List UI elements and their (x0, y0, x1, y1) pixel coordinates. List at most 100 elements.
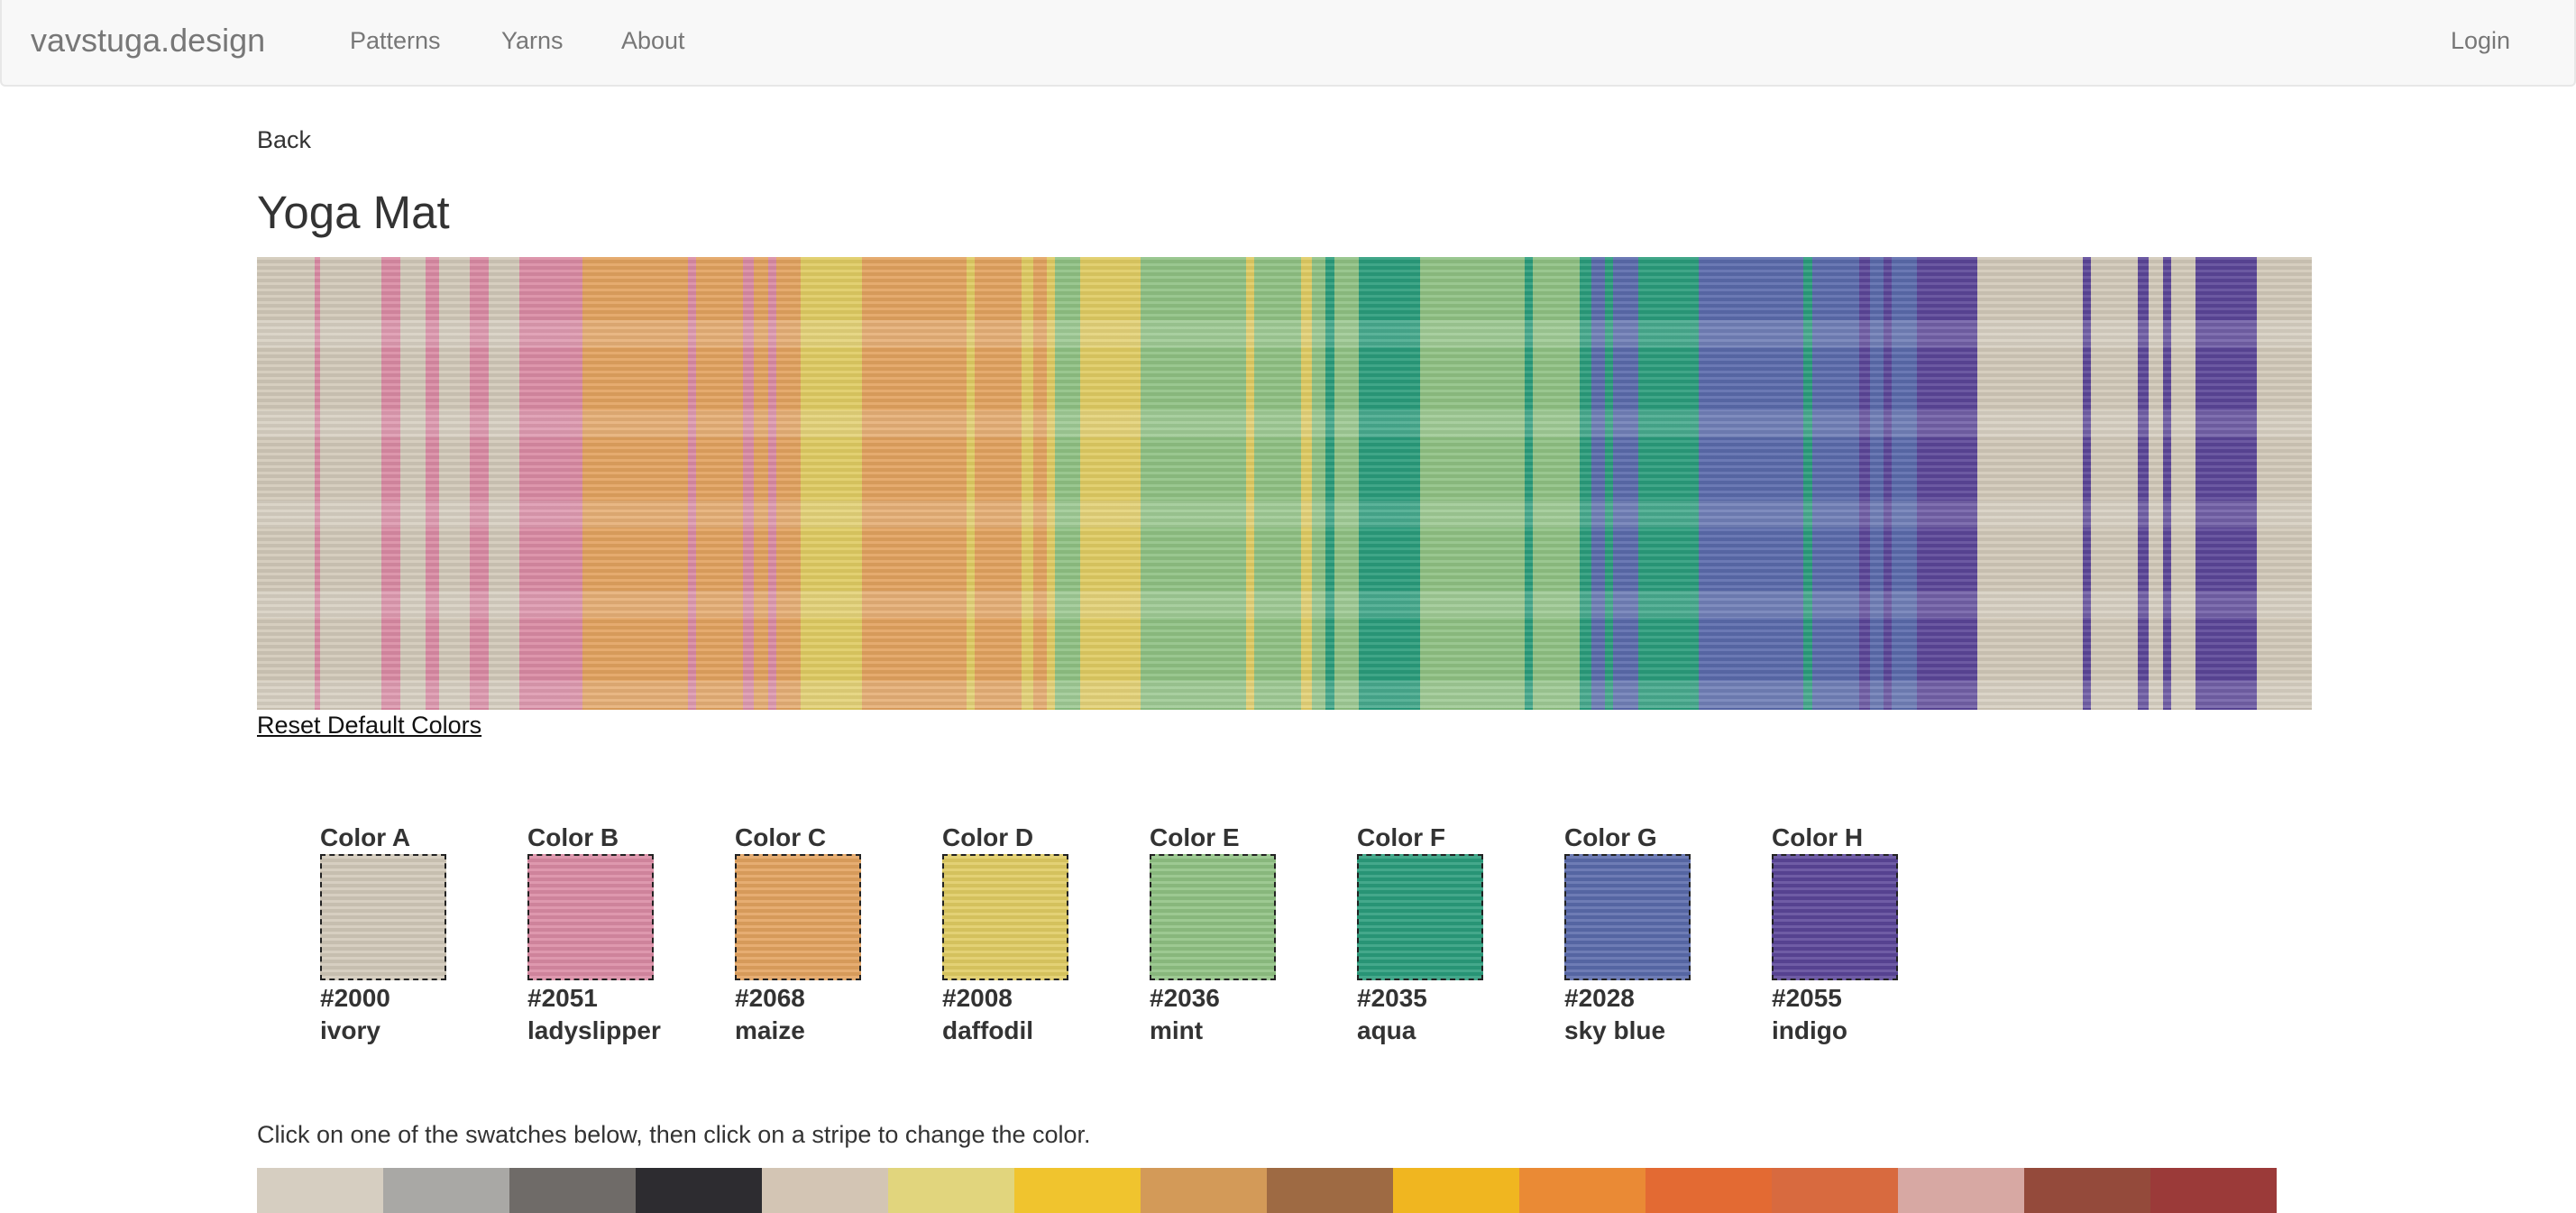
pattern-stripe[interactable] (1892, 257, 1918, 710)
swatch-color-box[interactable] (1357, 854, 1483, 980)
pattern-stripe[interactable] (1977, 257, 2084, 710)
yarn-palette-swatch[interactable] (762, 1168, 888, 1213)
pattern-stripe[interactable] (2090, 257, 2139, 710)
yarn-palette-swatch[interactable] (1267, 1168, 1393, 1213)
swatch-name: ladyslipper (527, 1016, 661, 1044)
pattern-stripe[interactable] (1533, 257, 1581, 710)
pattern-stripe[interactable] (1055, 257, 1081, 710)
pattern-stripe[interactable] (1359, 257, 1421, 710)
yarn-palette-swatch[interactable] (1014, 1168, 1141, 1213)
yarn-palette-swatch[interactable] (509, 1168, 636, 1213)
swatch-color-box[interactable] (320, 854, 446, 980)
pattern-stripe[interactable] (380, 257, 401, 710)
pattern-stripe[interactable] (1334, 257, 1360, 710)
pattern-stripe[interactable] (1022, 257, 1034, 710)
pattern-stripe[interactable] (1613, 257, 1639, 710)
yarn-palette-swatch[interactable] (2024, 1168, 2150, 1213)
yarn-palette-swatch[interactable] (383, 1168, 509, 1213)
color-swatch: Color F #2035 aqua (1357, 822, 1537, 1047)
pattern-stripe[interactable] (2149, 257, 2164, 710)
pattern-stripe[interactable] (1300, 257, 1313, 710)
pattern-stripe[interactable] (400, 257, 426, 710)
pattern-stripe[interactable] (696, 257, 744, 710)
pattern-stripe[interactable] (1079, 257, 1141, 710)
swatch-name: sky blue (1564, 1016, 1666, 1044)
swatch-color-box[interactable] (735, 854, 861, 980)
swatch-name: daffodil (942, 1016, 1034, 1044)
yarn-palette-swatch[interactable] (1393, 1168, 1519, 1213)
pattern-stripe[interactable] (519, 257, 584, 710)
pattern-stripe[interactable] (1637, 257, 1700, 710)
yarn-palette-swatch[interactable] (1772, 1168, 1898, 1213)
swatch-label: Color F (1357, 823, 1445, 851)
pattern-stripe[interactable] (1253, 257, 1302, 710)
yarn-palette-swatch[interactable] (888, 1168, 1014, 1213)
pattern-stripe[interactable] (1698, 257, 1804, 710)
swatch-color-box[interactable] (942, 854, 1068, 980)
yarn-palette-swatch[interactable] (1141, 1168, 1267, 1213)
nav-link-about[interactable]: About (621, 27, 685, 55)
reset-default-colors-link[interactable]: Reset Default Colors (257, 712, 481, 740)
swatch-code: #2035 (1357, 984, 1427, 1012)
yarn-palette-swatch[interactable] (1646, 1168, 1772, 1213)
pattern-stripe[interactable] (489, 257, 520, 710)
yarn-palette-swatch[interactable] (2150, 1168, 2277, 1213)
weave-pattern-preview[interactable] (257, 257, 2312, 710)
pattern-stripe[interactable] (775, 257, 802, 710)
pattern-stripe[interactable] (1916, 257, 1978, 710)
pattern-stripe[interactable] (2256, 257, 2312, 710)
swatch-code: #2008 (942, 984, 1013, 1012)
yarn-palette-swatch[interactable] (257, 1168, 383, 1213)
pattern-stripe[interactable] (1591, 257, 1606, 710)
color-swatch: Color B #2051 ladyslipper (527, 822, 708, 1047)
yarn-palette-swatch[interactable] (636, 1168, 762, 1213)
yarn-palette-swatch[interactable] (1519, 1168, 1646, 1213)
swatch-color-box[interactable] (1772, 854, 1898, 980)
swatch-name: mint (1150, 1016, 1204, 1044)
pattern-stripe[interactable] (975, 257, 1023, 710)
pattern-stripe[interactable] (582, 257, 689, 710)
color-swatch: Color G #2028 sky blue (1564, 822, 1745, 1047)
pattern-stripe[interactable] (425, 257, 440, 710)
login-link[interactable]: Login (2451, 27, 2510, 55)
swatch-label: Color D (942, 823, 1034, 851)
nav-link-yarns[interactable]: Yarns (501, 27, 564, 55)
swatch-name: aqua (1357, 1016, 1416, 1044)
pattern-stripe[interactable] (320, 257, 382, 710)
brand-link[interactable]: vavstuga.design (31, 22, 265, 60)
swatch-color-box[interactable] (1150, 854, 1276, 980)
swatch-color-box[interactable] (527, 854, 654, 980)
swatch-code: #2055 (1772, 984, 1842, 1012)
pattern-stripe[interactable] (2170, 257, 2196, 710)
pattern-stripe[interactable] (1032, 257, 1048, 710)
pattern-stripe[interactable] (1580, 257, 1592, 710)
pattern-stripe[interactable] (2138, 257, 2150, 710)
pattern-stripe[interactable] (1141, 257, 1247, 710)
pattern-stripe[interactable] (1869, 257, 1884, 710)
pattern-stripe[interactable] (1858, 257, 1871, 710)
pattern-stripe[interactable] (257, 257, 316, 710)
swatch-color-box[interactable] (1564, 854, 1691, 980)
swatch-name: maize (735, 1016, 805, 1044)
swatch-label: Color H (1772, 823, 1864, 851)
page-title: Yoga Mat (257, 187, 450, 238)
color-swatch: Color C #2068 maize (735, 822, 915, 1047)
swatch-name: ivory (320, 1016, 380, 1044)
swatch-label: Color G (1564, 823, 1657, 851)
pattern-stripe[interactable] (2196, 257, 2258, 710)
pattern-stripe[interactable] (439, 257, 471, 710)
pattern-stripe[interactable] (754, 257, 769, 710)
yarn-palette-swatch[interactable] (1898, 1168, 2024, 1213)
back-link[interactable]: Back (257, 126, 311, 154)
pattern-stripe[interactable] (861, 257, 967, 710)
color-swatch: Color E #2036 mint (1150, 822, 1330, 1047)
pattern-stripe[interactable] (1312, 257, 1327, 710)
pattern-stripe[interactable] (801, 257, 863, 710)
pattern-stripe[interactable] (1419, 257, 1526, 710)
swatch-name: indigo (1772, 1016, 1847, 1044)
color-swatch: Color A #2000 ivory (320, 822, 500, 1047)
nav-link-patterns[interactable]: Patterns (350, 27, 441, 55)
pattern-stripe[interactable] (743, 257, 755, 710)
pattern-stripe[interactable] (469, 257, 490, 710)
pattern-stripe[interactable] (1811, 257, 1860, 710)
